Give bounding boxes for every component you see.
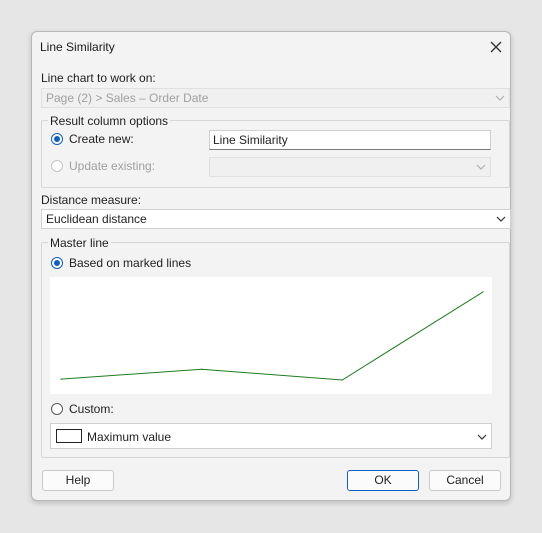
line-chart-label: Line chart to work on: (41, 71, 156, 85)
distance-dropdown[interactable]: Euclidean distance (41, 209, 511, 229)
close-button[interactable] (487, 38, 505, 56)
line-similarity-dialog: Line Similarity Line chart to work on: P… (31, 31, 511, 501)
master-line-point (201, 368, 203, 370)
master-line-point (482, 291, 484, 293)
master-line-series (60, 291, 484, 381)
custom-radio[interactable] (51, 403, 63, 415)
line-style-swatch (56, 429, 82, 443)
dialog-title: Line Similarity (40, 40, 115, 54)
distance-value: Euclidean distance (46, 212, 147, 226)
chevron-down-icon (495, 95, 505, 101)
distance-label: Distance measure: (41, 193, 142, 207)
update-existing-label: Update existing: (69, 159, 156, 173)
chevron-down-icon (496, 216, 506, 222)
master-line-point (60, 378, 62, 380)
ok-button[interactable]: OK (347, 470, 419, 491)
based-on-marked-label: Based on marked lines (69, 256, 192, 270)
create-new-label: Create new: (69, 132, 134, 146)
master-line-chart-svg (60, 291, 484, 381)
close-icon (490, 41, 502, 53)
update-existing-radio[interactable] (51, 160, 63, 172)
master-line-title: Master line (48, 236, 111, 250)
master-line-point (341, 379, 343, 381)
update-existing-dropdown[interactable] (209, 157, 491, 177)
custom-dropdown[interactable]: Maximum value (50, 423, 492, 449)
based-on-marked-radio[interactable] (51, 257, 63, 269)
custom-value: Maximum value (87, 430, 172, 444)
create-new-input[interactable]: Line Similarity (209, 130, 491, 150)
chevron-down-icon (477, 434, 487, 440)
help-button[interactable]: Help (42, 470, 114, 491)
create-new-radio[interactable] (51, 133, 63, 145)
line-chart-dropdown[interactable]: Page (2) > Sales – Order Date (41, 88, 510, 108)
chevron-down-icon (476, 164, 486, 170)
master-line-chart (50, 277, 492, 394)
result-options-title: Result column options (48, 114, 171, 128)
line-chart-value: Page (2) > Sales – Order Date (46, 91, 209, 105)
custom-label: Custom: (69, 402, 114, 416)
cancel-button[interactable]: Cancel (429, 470, 501, 491)
